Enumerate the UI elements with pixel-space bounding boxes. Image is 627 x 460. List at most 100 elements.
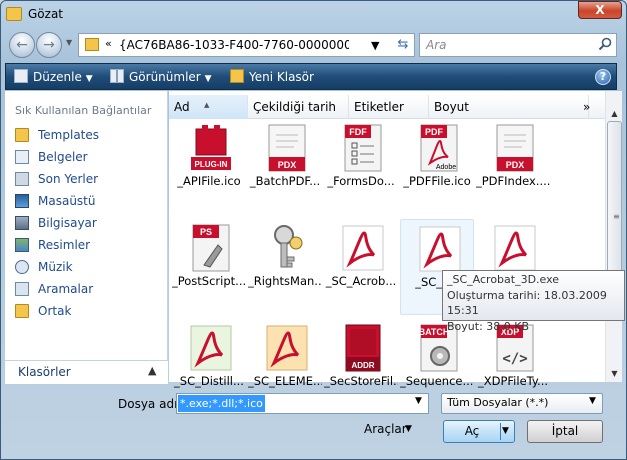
rights-manager-keys-icon bbox=[264, 223, 310, 273]
forward-button[interactable]: → bbox=[36, 32, 62, 58]
acrobat-distiller-icon bbox=[188, 323, 234, 373]
folder-icon bbox=[15, 304, 29, 318]
recent-pages-chevron-icon[interactable]: ▼ bbox=[66, 38, 72, 47]
sidebar-item-masa-st-[interactable]: Masaüstü bbox=[15, 191, 165, 211]
help-icon[interactable]: ? bbox=[595, 69, 611, 85]
file-list-pane: Ad ▲ Çekildiği tarih Etiketler Boyut » PL… bbox=[169, 91, 605, 388]
back-button[interactable]: ← bbox=[9, 32, 35, 58]
file-type-select[interactable]: Tüm Dosyalar (*.*) ▼ bbox=[441, 393, 603, 414]
file-name: _PDFFile.ico bbox=[403, 174, 471, 188]
vertical-scrollbar[interactable]: ▲ ≡ ▼ bbox=[605, 91, 622, 382]
file-info-tooltip: _SC_Acrobat_3D.exe Oluşturma tarihi: 18.… bbox=[442, 270, 625, 333]
open-button[interactable]: Aç ▼ bbox=[443, 420, 515, 443]
file-item[interactable]: PS _PostScript.... bbox=[172, 219, 246, 315]
sidebar-item-label: Resimler bbox=[38, 238, 91, 252]
search-input[interactable]: Ara bbox=[419, 33, 617, 57]
file-item[interactable]: PLUG-IN _APIFile.ico bbox=[172, 119, 246, 215]
folder-icon bbox=[6, 7, 22, 21]
column-header-size[interactable]: Boyut bbox=[429, 95, 589, 119]
desktop-icon bbox=[15, 194, 29, 208]
file-item[interactable]: _SC_Acrob... bbox=[324, 219, 398, 315]
scroll-down-arrow-icon[interactable]: ▼ bbox=[606, 369, 623, 381]
folders-toggle[interactable]: Klasörler ▲ bbox=[5, 360, 168, 384]
views-menu[interactable]: Görünümler ▼ bbox=[110, 64, 211, 91]
sidebar-item-label: Son Yerler bbox=[38, 172, 99, 186]
close-button[interactable]: X bbox=[578, 1, 622, 19]
svg-text:BATCH: BATCH bbox=[419, 327, 450, 337]
title-bar: Gözat X bbox=[0, 0, 627, 30]
file-name: _Sequence.... bbox=[400, 374, 474, 388]
address-path: {AC76BA86-1033-F400-7760-00000000000... bbox=[119, 38, 349, 52]
music-icon bbox=[15, 260, 29, 274]
file-name: _BatchPDF... bbox=[249, 174, 321, 188]
forward-arrow-icon: → bbox=[43, 37, 55, 53]
file-item[interactable]: _RightsMan... bbox=[248, 219, 322, 315]
sidebar-item-templates[interactable]: Templates bbox=[15, 125, 165, 145]
filename-combobox[interactable]: *.exe;*.dll;*.ico ▼ bbox=[176, 393, 429, 414]
file-item[interactable]: PDX _PDFIndex.... bbox=[476, 119, 550, 215]
column-header-tags[interactable]: Etiketler bbox=[349, 95, 429, 119]
file-name: _RightsMan... bbox=[248, 274, 322, 288]
svg-text:</>: </> bbox=[502, 351, 527, 367]
sidebar-item-son-yerler[interactable]: Son Yerler bbox=[15, 169, 165, 189]
file-item[interactable]: PDX _BatchPDF... bbox=[248, 119, 322, 215]
addr-book-icon: ADDR bbox=[340, 323, 386, 373]
split-divider bbox=[500, 423, 501, 440]
tools-menu-button[interactable]: Araçlar bbox=[364, 422, 407, 436]
sidebar-item-bilgisayar[interactable]: Bilgisayar bbox=[15, 213, 165, 233]
file-name: _XDPFileTy... bbox=[477, 374, 549, 388]
chevron-down-icon[interactable]: ▼ bbox=[415, 396, 422, 406]
folder-icon bbox=[15, 128, 29, 142]
acrobat-elements-icon bbox=[264, 323, 310, 373]
acrobat-logo-icon bbox=[340, 223, 386, 273]
sidebar-item-ortak[interactable]: Ortak bbox=[15, 301, 165, 321]
svg-text:FDF: FDF bbox=[349, 127, 367, 137]
filename-input[interactable]: *.exe;*.dll;*.ico bbox=[178, 395, 265, 412]
open-options-chevron-icon[interactable]: ▼ bbox=[502, 421, 509, 442]
sidebar-item-m-zik[interactable]: Müzik bbox=[15, 257, 165, 277]
pdx-document-icon: PDX bbox=[264, 123, 310, 173]
file-name: _SC_Acrob... bbox=[325, 274, 397, 288]
sidebar-item-belgeler[interactable]: Belgeler bbox=[15, 147, 165, 167]
svg-text:PS: PS bbox=[200, 227, 212, 237]
sidebar-item-resimler[interactable]: Resimler bbox=[15, 235, 165, 255]
svg-text:PLUG-IN: PLUG-IN bbox=[195, 160, 228, 169]
navigation-pane: Sık Kullanılan Bağlantılar Templates Belg… bbox=[5, 91, 168, 382]
sidebar-item-label: Masaüstü bbox=[38, 194, 96, 208]
filename-label: Dosya adı: bbox=[118, 397, 182, 411]
chevron-up-icon: ▲ bbox=[148, 364, 157, 377]
organize-menu[interactable]: Düzenle ▼ bbox=[14, 64, 93, 91]
open-button-label: Aç bbox=[464, 424, 480, 438]
acrobat-logo-icon bbox=[492, 223, 538, 273]
new-folder-button[interactable]: Yeni Klasör bbox=[230, 64, 314, 91]
svg-text:PDF: PDF bbox=[425, 127, 444, 137]
searches-icon bbox=[15, 282, 29, 296]
sidebar-item-label: Belgeler bbox=[38, 150, 88, 164]
organize-icon bbox=[14, 69, 28, 83]
more-columns-icon[interactable]: » bbox=[583, 95, 590, 119]
refresh-icon[interactable]: ⇆ bbox=[393, 37, 413, 55]
svg-text:ADDR: ADDR bbox=[351, 361, 374, 370]
search-placeholder: Ara bbox=[426, 38, 447, 52]
chevron-down-icon: ▼ bbox=[589, 396, 596, 406]
file-item[interactable]: FDF _FormsDo... bbox=[324, 119, 398, 215]
sidebar-item-aramalar[interactable]: Aramalar bbox=[15, 279, 165, 299]
chevron-down-icon: ▼ bbox=[85, 74, 93, 84]
scroll-up-arrow-icon[interactable]: ▲ bbox=[606, 109, 623, 121]
chevron-down-icon[interactable]: ▼ bbox=[405, 424, 412, 434]
sidebar-item-label: Aramalar bbox=[38, 282, 94, 296]
postscript-icon: PS bbox=[188, 223, 234, 273]
file-name: _PostScript.... bbox=[172, 274, 246, 288]
cancel-button[interactable]: İptal bbox=[527, 420, 603, 443]
column-header-name[interactable]: Ad ▲ bbox=[169, 95, 248, 119]
documents-icon bbox=[15, 150, 29, 164]
views-icon bbox=[110, 69, 124, 83]
address-dropdown-icon[interactable]: ▼ bbox=[371, 39, 379, 52]
search-icon[interactable] bbox=[598, 37, 612, 51]
file-item[interactable]: PDF Adobe _PDFFile.ico bbox=[400, 119, 474, 215]
computer-icon bbox=[15, 216, 29, 230]
breadcrumb-overflow-icon[interactable]: « bbox=[105, 37, 112, 50]
address-field[interactable]: « {AC76BA86-1033-F400-7760-00000000000..… bbox=[78, 33, 415, 57]
column-header-date-taken[interactable]: Çekildiği tarih bbox=[248, 95, 349, 119]
tooltip-size: Boyut: 38,0 KB bbox=[447, 319, 530, 333]
